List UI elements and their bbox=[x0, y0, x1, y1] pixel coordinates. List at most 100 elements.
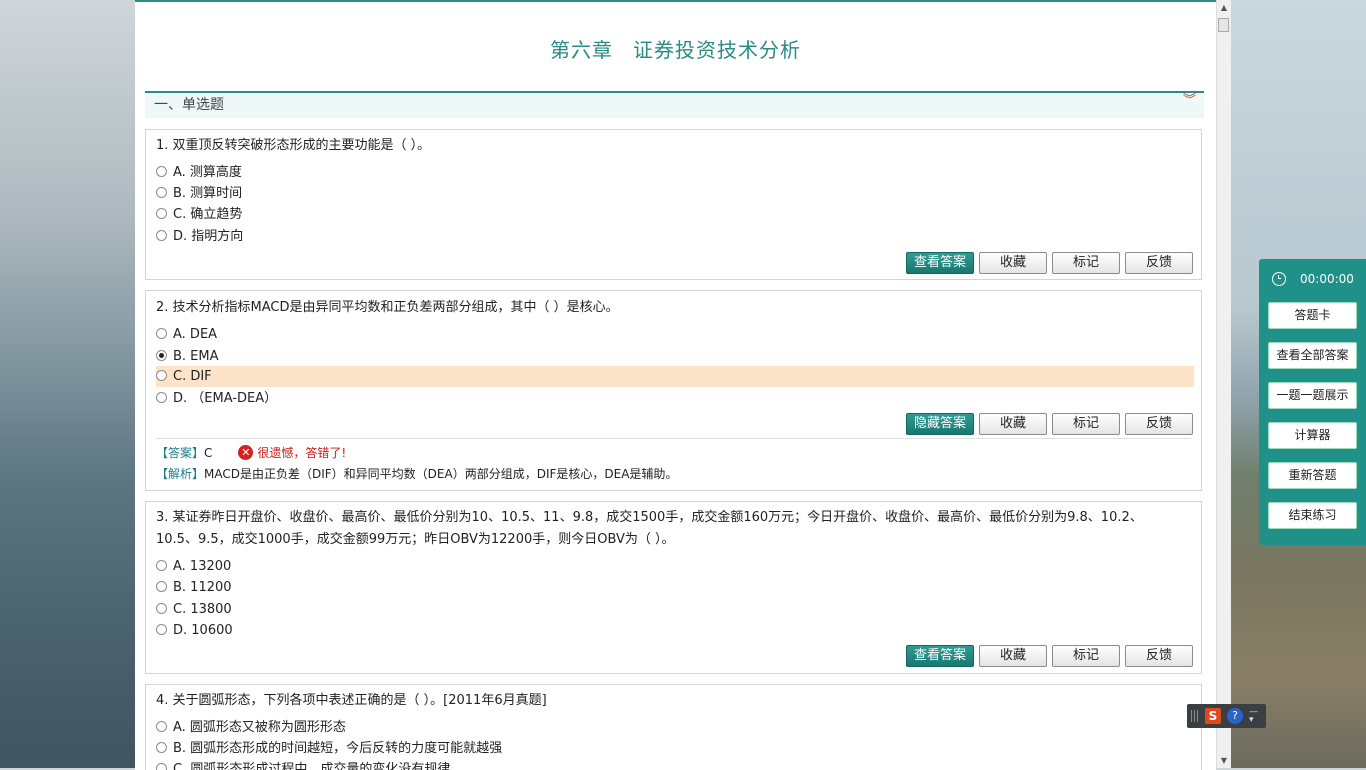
option-a[interactable]: A. 圆弧形态又被称为圆形形态 bbox=[156, 717, 1194, 738]
question-card-4: 4. 关于圆弧形态，下列各项中表述正确的是（ ）。[2011年6月真题] A. … bbox=[145, 684, 1202, 770]
help-icon[interactable]: ? bbox=[1227, 708, 1243, 724]
option-label: B. 11200 bbox=[173, 580, 232, 595]
radio-icon[interactable] bbox=[156, 721, 167, 732]
option-c[interactable]: C. 13800 bbox=[156, 599, 1194, 620]
mark-button[interactable]: 标记 bbox=[1052, 413, 1120, 435]
analysis-text: MACD是由正负差（DIF）和异同平均数（DEA）两部分组成，DIF是核心，DE… bbox=[204, 467, 678, 481]
favorite-button[interactable]: 收藏 bbox=[979, 252, 1047, 274]
option-b[interactable]: B. 11200 bbox=[156, 577, 1194, 598]
favorite-button[interactable]: 收藏 bbox=[979, 413, 1047, 435]
answer-card-button[interactable]: 答题卡 bbox=[1268, 302, 1357, 329]
question-card-1: 1. 双重顶反转突破形态形成的主要功能是（ ）。 A. 测算高度 B. 测算时间… bbox=[145, 129, 1202, 280]
divider bbox=[156, 438, 1192, 439]
question-stem-line-2: 10.5、9.5，成交1000手，成交金额99万元；昨日OBV为12200手，则… bbox=[156, 532, 675, 547]
question-card-2: 2. 技术分析指标MACD是由异同平均数和正负差两部分组成，其中（ ）是核心。 … bbox=[145, 290, 1202, 491]
radio-icon[interactable] bbox=[156, 581, 167, 592]
mark-button[interactable]: 标记 bbox=[1052, 645, 1120, 667]
option-c[interactable]: C. 确立趋势 bbox=[156, 204, 1194, 225]
question-card-3: 3. 某证券昨日开盘价、收盘价、最高价、最低价分别为10、10.5、11、9.8… bbox=[145, 501, 1202, 674]
option-label: C. 13800 bbox=[173, 602, 232, 617]
option-label: D. （EMA-DEA） bbox=[173, 391, 278, 406]
option-c[interactable]: C. DIF bbox=[156, 366, 1194, 387]
analysis-line: 【解析】MACD是由正负差（DIF）和异同平均数（DEA）两部分组成，DIF是核… bbox=[156, 465, 677, 483]
grip-icon[interactable] bbox=[1191, 710, 1199, 722]
option-label: C. 确立趋势 bbox=[173, 207, 243, 222]
option-label: B. EMA bbox=[173, 349, 219, 364]
radio-icon[interactable] bbox=[156, 603, 167, 614]
option-b[interactable]: B. 圆弧形态形成的时间越短，今后反转的力度可能就越强 bbox=[156, 738, 1194, 759]
answer-value: C bbox=[204, 446, 213, 460]
radio-icon[interactable] bbox=[156, 166, 167, 177]
radio-icon[interactable] bbox=[156, 370, 167, 381]
vertical-scrollbar[interactable]: ▲ ▼ bbox=[1216, 0, 1231, 768]
chapter-name: 证券投资技术分析 bbox=[633, 38, 801, 62]
favorite-button[interactable]: 收藏 bbox=[979, 645, 1047, 667]
feedback-button[interactable]: 反馈 bbox=[1125, 645, 1193, 667]
option-a[interactable]: A. DEA bbox=[156, 324, 1194, 345]
option-b[interactable]: B. EMA bbox=[156, 346, 1194, 367]
scroll-up-icon[interactable]: ▲ bbox=[1219, 3, 1229, 13]
radio-icon[interactable] bbox=[156, 230, 167, 241]
ime-toolbar[interactable]: S ? — ▾ bbox=[1187, 704, 1266, 728]
hide-answer-button[interactable]: 隐藏答案 bbox=[906, 413, 974, 435]
option-c[interactable]: C. 圆弧形态形成过程中，成交量的变化没有规律 bbox=[156, 759, 1194, 770]
question-stem-line-1: 3. 某证券昨日开盘价、收盘价、最高价、最低价分别为10、10.5、11、9.8… bbox=[156, 510, 1143, 525]
question-stem: 4. 关于圆弧形态，下列各项中表述正确的是（ ）。[2011年6月真题] bbox=[156, 693, 547, 708]
clock-icon bbox=[1272, 271, 1286, 286]
analysis-tag: 【解析】 bbox=[156, 467, 205, 481]
scroll-down-icon[interactable]: ▼ bbox=[1219, 756, 1229, 766]
tool-panel: 00:00:00 答题卡 查看全部答案 一题一题展示 计算器 重新答题 结束练习 bbox=[1259, 259, 1366, 545]
sogou-logo-icon[interactable]: S bbox=[1205, 708, 1221, 724]
radio-icon[interactable] bbox=[156, 742, 167, 753]
chapter-number: 第六章 bbox=[550, 38, 613, 62]
option-label: C. DIF bbox=[173, 369, 212, 384]
option-d[interactable]: D. 10600 bbox=[156, 620, 1194, 641]
question-stem: 1. 双重顶反转突破形态形成的主要功能是（ ）。 bbox=[156, 138, 431, 153]
option-a[interactable]: A. 13200 bbox=[156, 556, 1194, 577]
option-label: D. 指明方向 bbox=[173, 229, 244, 244]
answer-tag: 【答案】 bbox=[156, 446, 205, 460]
view-all-answers-button[interactable]: 查看全部答案 bbox=[1268, 342, 1357, 369]
wrong-icon: ✕ bbox=[238, 445, 254, 460]
option-b[interactable]: B. 测算时间 bbox=[156, 183, 1194, 204]
radio-icon[interactable] bbox=[156, 763, 167, 770]
feedback-button[interactable]: 反馈 bbox=[1125, 252, 1193, 274]
section-label: 一、单选题 bbox=[154, 97, 224, 113]
calculator-button[interactable]: 计算器 bbox=[1268, 422, 1357, 449]
radio-icon[interactable] bbox=[156, 392, 167, 403]
question-stem: 2. 技术分析指标MACD是由异同平均数和正负差两部分组成，其中（ ）是核心。 bbox=[156, 300, 619, 315]
radio-icon[interactable] bbox=[156, 624, 167, 635]
radio-icon[interactable] bbox=[156, 350, 167, 361]
restart-button[interactable]: 重新答题 bbox=[1268, 462, 1357, 489]
collapse-icon[interactable]: ︾ bbox=[1183, 94, 1196, 107]
result-text: 很遗憾，答错了! bbox=[257, 446, 347, 460]
option-label: C. 圆弧形态形成过程中，成交量的变化没有规律 bbox=[173, 762, 451, 770]
option-a[interactable]: A. 测算高度 bbox=[156, 162, 1194, 183]
mark-button[interactable]: 标记 bbox=[1052, 252, 1120, 274]
option-d[interactable]: D. （EMA-DEA） bbox=[156, 388, 1194, 409]
timer: 00:00:00 bbox=[1272, 271, 1354, 287]
option-label: A. 13200 bbox=[173, 559, 232, 574]
option-d[interactable]: D. 指明方向 bbox=[156, 226, 1194, 247]
section-header[interactable]: 一、单选题 ︾ bbox=[145, 91, 1204, 118]
menu-arrow-icon[interactable]: — ▾ bbox=[1249, 708, 1258, 725]
radio-icon[interactable] bbox=[156, 560, 167, 571]
option-label: B. 圆弧形态形成的时间越短，今后反转的力度可能就越强 bbox=[173, 741, 503, 756]
radio-icon[interactable] bbox=[156, 208, 167, 219]
feedback-button[interactable]: 反馈 bbox=[1125, 413, 1193, 435]
page-title: 第六章 证券投资技术分析 bbox=[135, 34, 1216, 63]
radio-icon[interactable] bbox=[156, 187, 167, 198]
one-by-one-button[interactable]: 一题一题展示 bbox=[1268, 382, 1357, 409]
answer-line: 【答案】C ✕ 很遗憾，答错了! bbox=[156, 444, 346, 462]
finish-button[interactable]: 结束练习 bbox=[1268, 502, 1357, 529]
option-label: A. DEA bbox=[173, 327, 218, 342]
exercise-page: 第六章 证券投资技术分析 一、单选题 ︾ 1. 双重顶反转突破形态形成的主要功能是… bbox=[135, 0, 1216, 770]
option-label: A. 圆弧形态又被称为圆形形态 bbox=[173, 720, 346, 735]
option-label: B. 测算时间 bbox=[173, 186, 243, 201]
option-label: D. 10600 bbox=[173, 623, 233, 638]
view-answer-button[interactable]: 查看答案 bbox=[906, 252, 974, 274]
view-answer-button[interactable]: 查看答案 bbox=[906, 645, 974, 667]
scroll-thumb[interactable] bbox=[1218, 18, 1229, 32]
radio-icon[interactable] bbox=[156, 328, 167, 339]
option-label: A. 测算高度 bbox=[173, 165, 242, 180]
